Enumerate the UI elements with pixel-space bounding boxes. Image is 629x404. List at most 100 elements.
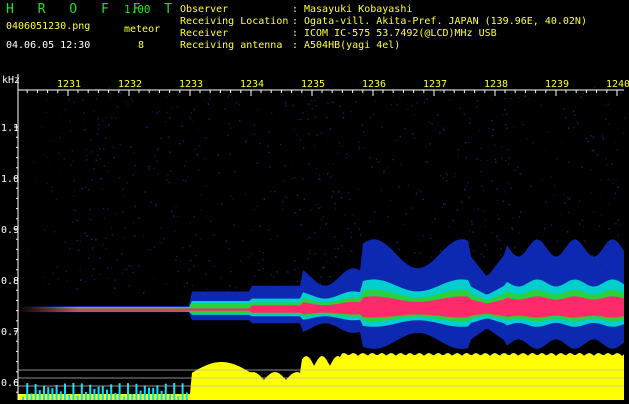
noise-dot	[582, 225, 585, 228]
noise-dot	[294, 211, 296, 214]
noise-dot	[498, 218, 500, 220]
noise-dot	[480, 147, 482, 150]
noise-dot	[79, 269, 81, 271]
noise-dot	[315, 105, 317, 107]
noise-dot	[198, 169, 200, 171]
noise-dot	[601, 135, 604, 137]
noise-dot	[270, 273, 273, 276]
level-burst	[152, 387, 155, 400]
noise-dot	[262, 268, 264, 270]
noise-dot	[148, 249, 151, 251]
noise-dot	[313, 99, 316, 101]
noise-dot	[191, 284, 194, 287]
noise-dot	[256, 205, 258, 208]
noise-dot	[568, 211, 570, 214]
info-key: Receiving antenna	[180, 40, 283, 51]
noise-dot	[583, 240, 586, 243]
noise-dot	[310, 209, 313, 211]
noise-dot	[175, 259, 177, 261]
noise-dot	[130, 98, 132, 100]
noise-dot	[443, 129, 445, 131]
noise-dot	[504, 160, 507, 162]
level-burst	[169, 394, 171, 400]
noise-dot	[579, 223, 581, 225]
noise-dot	[154, 203, 157, 206]
noise-dot	[153, 167, 155, 170]
meteor-count: 8	[138, 40, 145, 51]
noise-dot	[363, 147, 365, 149]
noise-dot	[345, 157, 347, 159]
noise-dot	[530, 185, 532, 187]
noise-dot	[111, 127, 113, 129]
noise-dot	[343, 214, 346, 216]
noise-dot	[512, 126, 515, 129]
x-tick-label: 1236	[362, 79, 386, 90]
noise-dot	[418, 239, 420, 241]
noise-dot	[507, 163, 510, 166]
noise-dot	[120, 92, 122, 94]
noise-dot	[547, 131, 550, 133]
noise-dot	[466, 185, 468, 187]
noise-dot	[478, 129, 481, 132]
noise-dot	[308, 250, 310, 252]
noise-dot	[302, 147, 305, 149]
noise-dot	[146, 126, 148, 129]
noise-dot	[272, 276, 275, 278]
noise-dot	[105, 125, 107, 128]
noise-dot	[110, 117, 113, 119]
noise-dot	[128, 285, 130, 287]
noise-dot	[521, 121, 523, 123]
noise-dot	[600, 178, 602, 181]
noise-dot	[469, 229, 471, 232]
noise-dot	[501, 157, 503, 160]
noise-dot	[122, 236, 125, 239]
noise-dot	[156, 149, 159, 151]
noise-dot	[277, 272, 279, 275]
noise-dot	[457, 149, 460, 151]
noise-dot	[618, 224, 620, 226]
noise-dot	[399, 135, 401, 138]
noise-dot	[229, 123, 231, 125]
noise-dot	[468, 141, 470, 143]
level-burst	[97, 386, 100, 400]
noise-dot	[404, 128, 406, 130]
noise-dot	[126, 182, 128, 184]
noise-dot	[511, 228, 514, 230]
noise-dot	[347, 228, 349, 230]
noise-dot	[585, 137, 588, 140]
noise-dot	[189, 221, 191, 224]
noise-dot	[572, 110, 575, 113]
noise-dot	[396, 104, 398, 106]
level-burst	[131, 394, 134, 400]
noise-dot	[475, 91, 477, 93]
noise-dot	[590, 135, 593, 137]
noise-dot	[302, 112, 304, 114]
noise-dot	[91, 238, 93, 241]
noise-dot	[497, 214, 499, 216]
noise-dot	[131, 265, 133, 268]
noise-dot	[143, 292, 145, 294]
noise-dot	[506, 113, 508, 116]
noise-dot	[325, 116, 328, 119]
datetime-label: 04.06.05 12:30	[6, 40, 91, 51]
noise-dot	[106, 208, 109, 210]
noise-dot	[415, 194, 418, 197]
noise-dot	[206, 288, 208, 291]
noise-dot	[422, 198, 424, 201]
noise-dot	[608, 123, 611, 125]
noise-dot	[451, 219, 454, 221]
level-burst	[106, 389, 108, 400]
noise-dot	[134, 235, 136, 237]
noise-dot	[87, 178, 89, 181]
noise-dot	[190, 259, 192, 262]
noise-dot	[92, 246, 94, 248]
noise-dot	[227, 96, 229, 98]
noise-dot	[590, 169, 593, 171]
noise-dot	[197, 129, 199, 131]
noise-dot	[387, 166, 390, 169]
noise-dot	[314, 116, 317, 118]
noise-dot	[105, 247, 107, 249]
noise-dot	[329, 128, 332, 130]
noise-dot	[308, 133, 310, 135]
noise-dot	[483, 210, 485, 213]
